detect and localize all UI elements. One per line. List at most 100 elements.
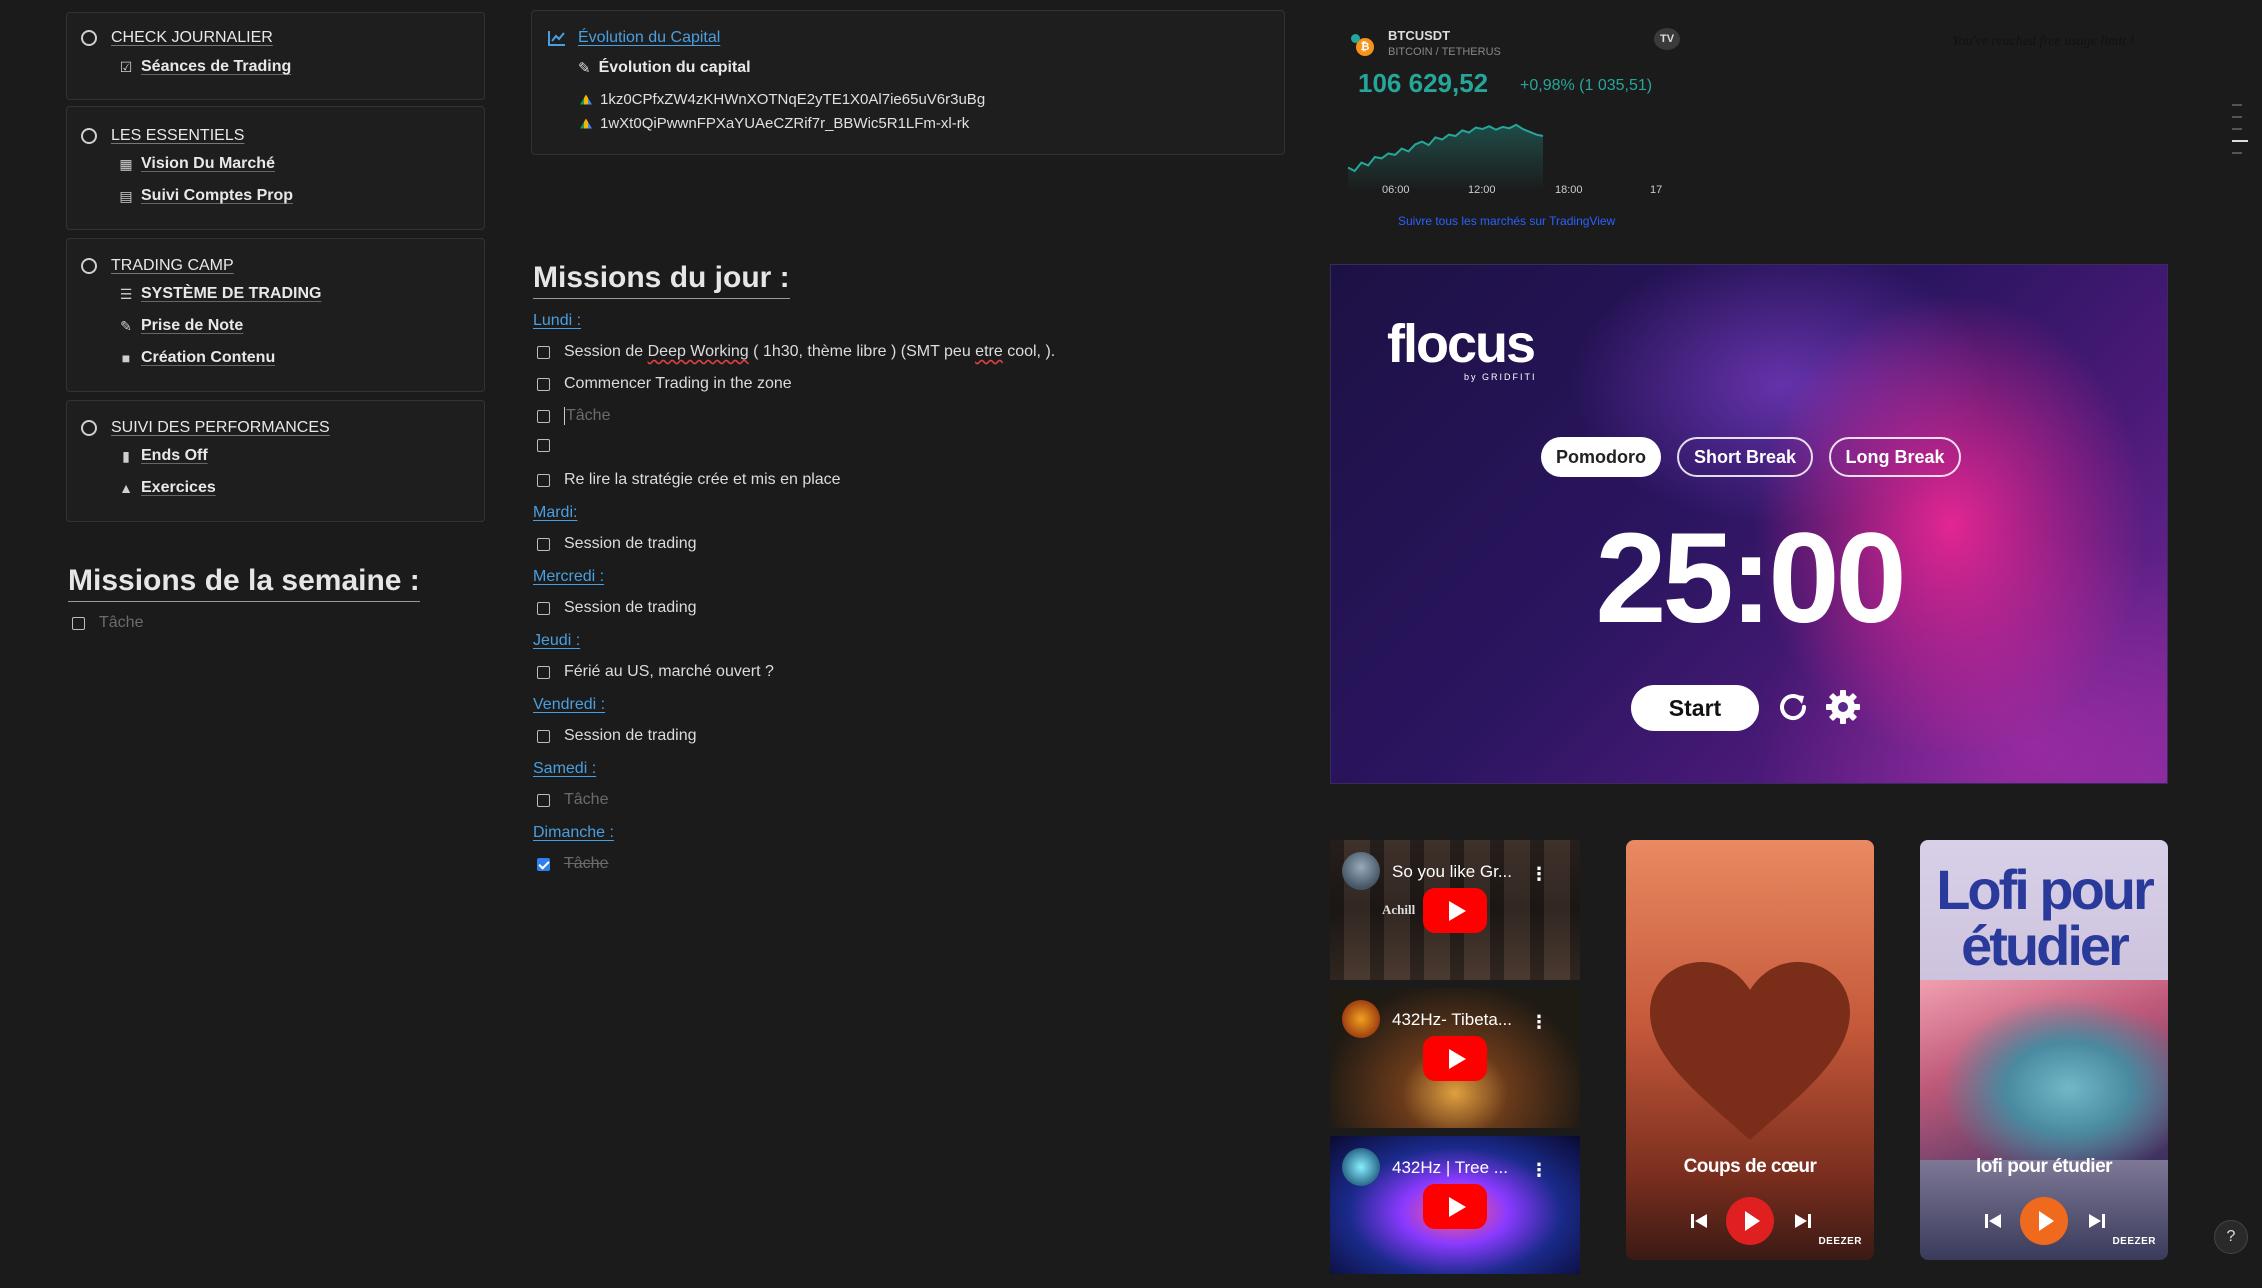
youtube-play-icon[interactable] [1423, 888, 1487, 933]
task-row[interactable]: Commencer Trading in the zone [537, 375, 792, 393]
checkbox-icon[interactable] [537, 345, 550, 359]
day-vendredi[interactable]: Vendredi : [533, 696, 605, 714]
time-label: 18:00 [1555, 184, 1583, 196]
youtube-video-2[interactable]: 432Hz- Tibeta... ⋮ [1330, 988, 1580, 1128]
task-row[interactable]: Session de Deep Working ( 1h30, thème li… [537, 343, 1055, 361]
settings-gear-icon[interactable] [1823, 687, 1863, 727]
more-options-icon[interactable]: ⋮ [1530, 1160, 1548, 1181]
nav-item-prise-note[interactable]: ✎ Prise de Note [115, 317, 243, 335]
checkbox-icon[interactable] [537, 729, 550, 743]
previous-track-icon[interactable] [1984, 1212, 2002, 1230]
channel-avatar[interactable] [1342, 852, 1380, 890]
video-title[interactable]: So you like Gr... [1392, 862, 1512, 882]
nav-item-creation-contenu[interactable]: ■ Création Contenu [115, 349, 275, 367]
start-button[interactable]: Start [1631, 685, 1759, 731]
nav-item-vision-marche[interactable]: ▦ Vision Du Marché [115, 155, 275, 173]
section-title[interactable]: TRADING CAMP [111, 257, 234, 275]
nav-item-exercices[interactable]: ▲ Exercices [115, 479, 216, 497]
youtube-video-3[interactable]: 432Hz | Tree ... ⋮ [1330, 1136, 1580, 1274]
circle-icon [81, 30, 97, 46]
tether-icon [1351, 34, 1360, 43]
task-row[interactable]: Session de trading [537, 599, 697, 617]
task-row[interactable]: Re lire la stratégie crée et mis en plac… [537, 471, 841, 489]
task-text: Re lire la stratégie crée et mis en plac… [564, 471, 841, 488]
list-icon: ☰ [119, 285, 133, 302]
toggle-suivi-performances[interactable]: SUIVI DES PERFORMANCES [81, 419, 330, 437]
youtube-video-1[interactable]: So you like Gr... ⋮ Achill down [1330, 840, 1580, 980]
daily-missions-heading: Missions du jour : [533, 260, 790, 299]
checkbox-icon[interactable] [537, 439, 550, 452]
task-row[interactable]: Tâche [537, 407, 610, 425]
checkbox-icon[interactable] [537, 377, 550, 391]
day-mercredi[interactable]: Mercredi : [533, 568, 604, 586]
outline-nav-handle[interactable] [2232, 104, 2248, 180]
video-icon: ■ [121, 350, 131, 366]
google-drive-icon [580, 94, 592, 105]
task-row[interactable]: Tâche [537, 791, 608, 809]
checkbox-icon[interactable] [537, 409, 550, 423]
channel-avatar[interactable] [1342, 1000, 1380, 1038]
checkbox-icon[interactable] [537, 601, 550, 615]
capital-title[interactable]: Évolution du Capital [578, 29, 720, 47]
nav-item-suivi-comptes[interactable]: ▤ Suivi Comptes Prop [115, 187, 293, 205]
play-icon[interactable] [1726, 1197, 1774, 1245]
checkbox-icon[interactable] [537, 665, 550, 679]
task-row[interactable]: Tâche [537, 855, 608, 873]
checkbox-icon[interactable] [537, 537, 550, 551]
task-text[interactable]: Tâche [564, 407, 610, 425]
mode-long-break-button[interactable]: Long Break [1829, 437, 1961, 477]
reset-icon[interactable] [1773, 687, 1813, 727]
mode-pomodoro-button[interactable]: Pomodoro [1541, 437, 1661, 477]
more-options-icon[interactable]: ⋮ [1530, 1012, 1548, 1033]
youtube-play-icon[interactable] [1423, 1184, 1487, 1229]
ticker-widget[interactable]: ₿ BTCUSDT BITCOIN / TETHERUS TV 106 629,… [1340, 22, 1682, 232]
ticker-symbol: BTCUSDT [1388, 28, 1451, 43]
previous-track-icon[interactable] [1690, 1212, 1708, 1230]
task-text: Férié au US, marché ouvert ? [564, 663, 774, 680]
more-options-icon[interactable]: ⋮ [1530, 864, 1548, 885]
play-icon[interactable] [2020, 1197, 2068, 1245]
channel-avatar[interactable] [1342, 1148, 1380, 1186]
youtube-play-icon[interactable] [1423, 1036, 1487, 1081]
weekly-task[interactable]: Tâche [72, 614, 143, 632]
deezer-playlist-lofi[interactable]: Lofi pour étudier lofi pour étudier DEEZ… [1920, 840, 2168, 1260]
next-track-icon[interactable] [1794, 1212, 1812, 1230]
checkbox-icon[interactable] [537, 793, 550, 807]
toggle-trading-camp[interactable]: TRADING CAMP [81, 257, 234, 275]
tradingview-link[interactable]: Suivre tous les marchés sur TradingView [1398, 214, 1615, 228]
deezer-playlist-coups-de-coeur[interactable]: Coups de cœur DEEZER [1626, 840, 1874, 1260]
help-button[interactable]: ? [2214, 1220, 2248, 1254]
tradingview-logo-icon[interactable]: TV [1654, 28, 1680, 50]
toggle-essentiels[interactable]: LES ESSENTIELS [81, 127, 244, 145]
capital-title-row[interactable]: Évolution du Capital [548, 29, 720, 47]
day-samedi[interactable]: Samedi : [533, 760, 596, 778]
day-dimanche[interactable]: Dimanche : [533, 824, 614, 842]
section-title[interactable]: SUIVI DES PERFORMANCES [111, 419, 330, 437]
section-title[interactable]: CHECK JOURNALIER [111, 29, 273, 47]
task-row[interactable]: Session de trading [537, 727, 697, 745]
nav-item-seances-trading[interactable]: ☑ Séances de Trading [115, 58, 292, 76]
day-lundi[interactable]: Lundi : [533, 312, 581, 330]
timer-display: 25:00 [1595, 507, 1906, 650]
day-jeudi[interactable]: Jeudi : [533, 632, 580, 650]
file-link-2[interactable]: 1wXt0QiPwwnFPXaYUAeCZRif7r_BBWic5R1LFm-x… [580, 115, 969, 132]
nav-section-check-journalier: CHECK JOURNALIER ☑ Séances de Trading [66, 12, 485, 100]
toggle-check-journalier[interactable]: CHECK JOURNALIER [81, 29, 273, 47]
video-title[interactable]: 432Hz | Tree ... [1392, 1158, 1508, 1178]
section-title[interactable]: LES ESSENTIELS [111, 127, 244, 145]
nav-item-ends-off[interactable]: ▮ Ends Off [115, 447, 208, 465]
checked-checkbox-icon[interactable] [537, 857, 550, 871]
task-row[interactable]: Férié au US, marché ouvert ? [537, 663, 774, 681]
task-row[interactable] [537, 439, 564, 452]
circle-icon [81, 258, 97, 274]
task-row[interactable]: Session de trading [537, 535, 697, 553]
nav-item-systeme-trading[interactable]: ☰ SYSTÈME DE TRADING [115, 285, 322, 303]
next-track-icon[interactable] [2088, 1212, 2106, 1230]
mode-short-break-button[interactable]: Short Break [1677, 437, 1813, 477]
day-mardi[interactable]: Mardi: [533, 504, 577, 522]
file-link-1[interactable]: 1kz0CPfxZW4zKHWnXOTNqE2yTE1X0Al7ie65uV6r… [580, 91, 985, 108]
checkbox-icon[interactable] [72, 616, 85, 630]
circle-icon [81, 128, 97, 144]
checkbox-icon[interactable] [537, 473, 550, 487]
video-title[interactable]: 432Hz- Tibeta... [1392, 1010, 1512, 1030]
